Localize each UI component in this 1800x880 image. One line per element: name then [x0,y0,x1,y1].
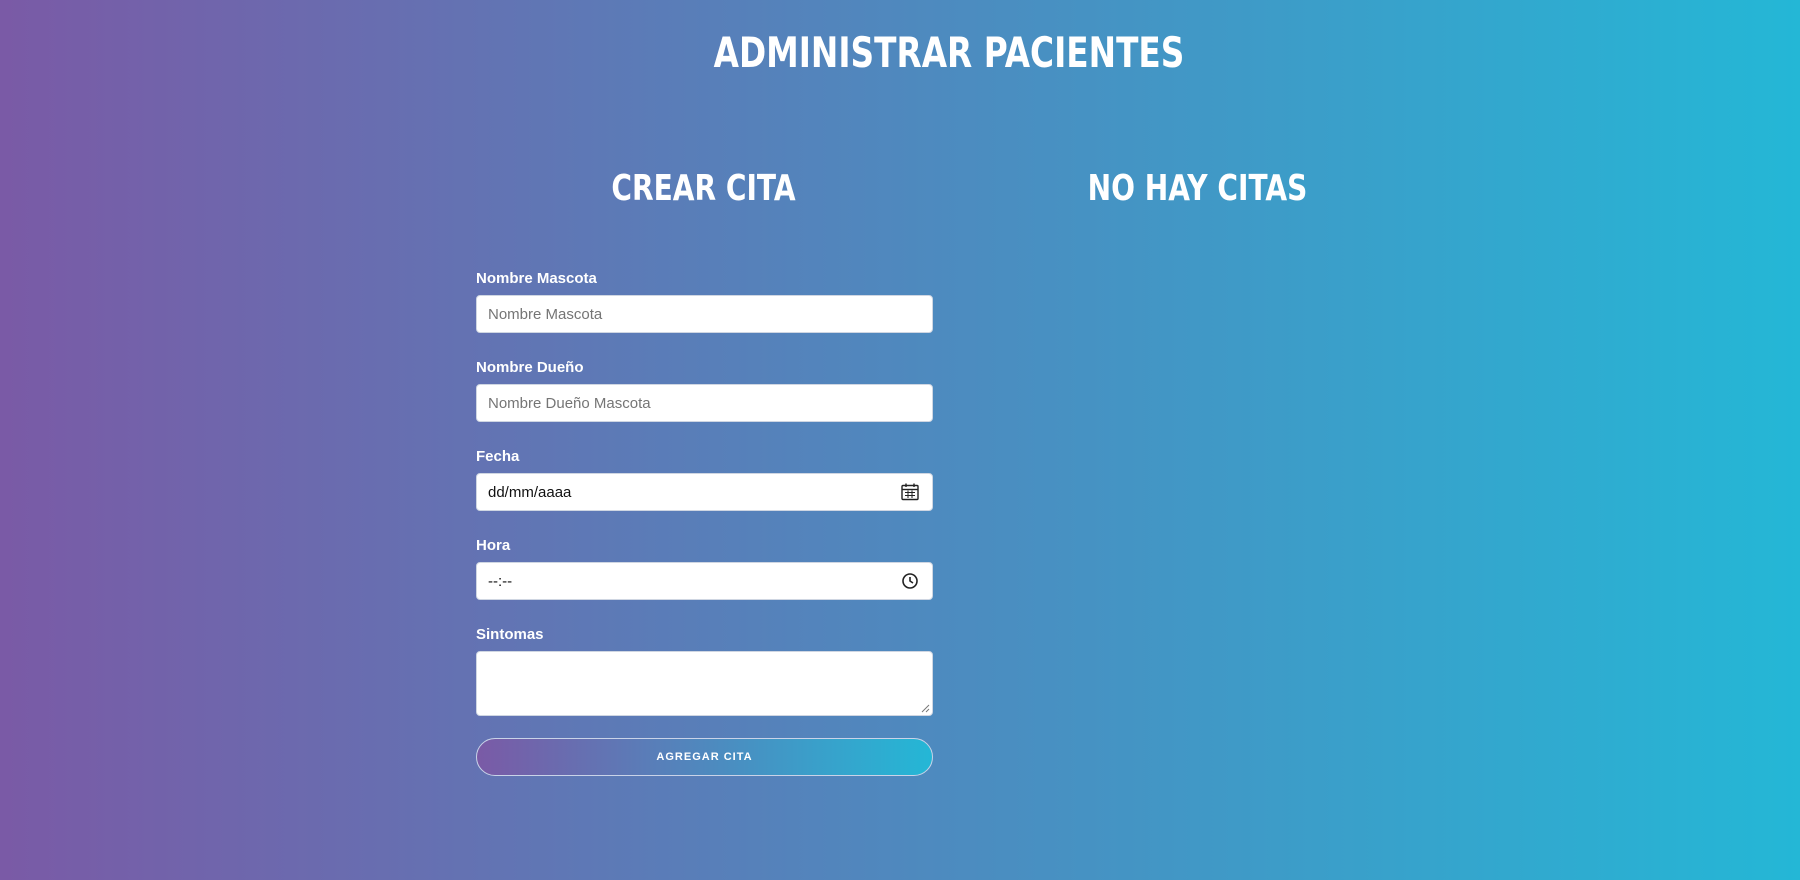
symptoms-textarea[interactable] [476,651,933,716]
appointment-form: Nombre Mascota Nombre Mascota Nombre Due… [476,270,933,776]
crear-cita-title: CREAR CITA [611,168,796,209]
resize-grip-icon[interactable] [921,704,930,713]
clock-icon[interactable] [900,571,920,591]
calendar-icon[interactable] [900,482,920,502]
time-label: Hora [476,537,511,554]
owner-name-label: Nombre Dueño [476,359,584,376]
date-input-value: dd/mm/aaaa [488,483,572,501]
owner-name-placeholder: Nombre Dueño Mascota [488,394,651,412]
time-input[interactable]: --:-- [476,562,933,600]
page-title: ADMINISTRAR PACIENTES [713,28,1185,77]
pet-name-label: Nombre Mascota [476,270,597,287]
pet-name-placeholder: Nombre Mascota [488,305,603,323]
citas-list-title: NO HAY CITAS [1087,168,1308,209]
date-input[interactable]: dd/mm/aaaa [476,473,933,511]
owner-name-input[interactable]: Nombre Dueño Mascota [476,384,933,422]
date-label: Fecha [476,448,520,465]
agregar-cita-button[interactable]: AGREGAR CITA [476,738,933,776]
time-input-value: --:-- [488,572,513,590]
symptoms-label: Sintomas [476,626,544,643]
pet-name-input[interactable]: Nombre Mascota [476,295,933,333]
